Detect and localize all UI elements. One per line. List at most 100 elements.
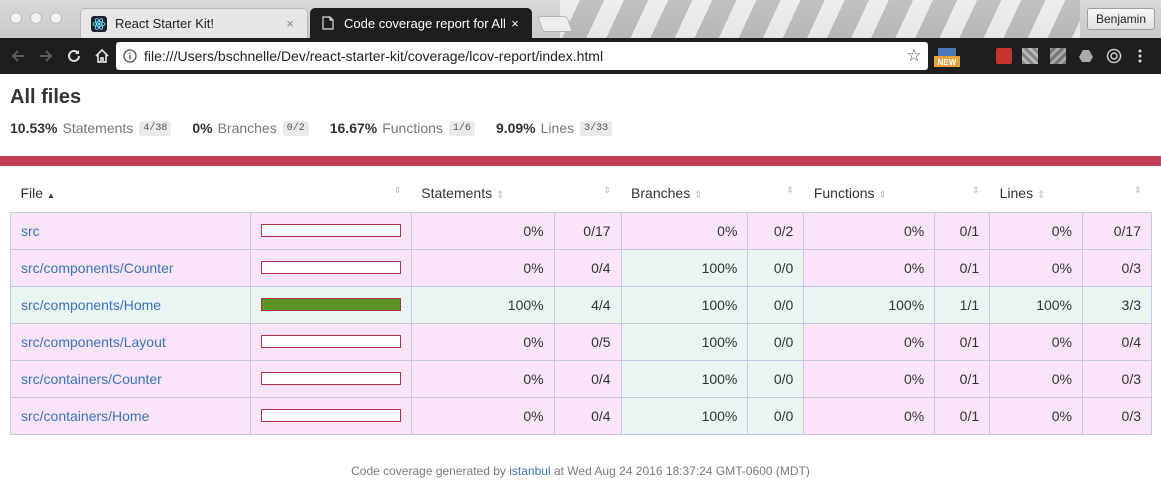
lines-pct: 0% bbox=[989, 396, 1083, 435]
sort-icon: ⇕ bbox=[393, 185, 402, 195]
sort-icon: ⇕ bbox=[694, 190, 703, 202]
summary-pct: 0% bbox=[192, 120, 213, 136]
branches-pct: 100% bbox=[620, 322, 749, 361]
istanbul-link[interactable]: istanbul bbox=[509, 464, 550, 478]
address-bar[interactable]: file:///Users/bschnelle/Dev/react-starte… bbox=[116, 42, 928, 70]
close-tab-icon[interactable]: × bbox=[283, 16, 297, 31]
minimize-window-button[interactable] bbox=[30, 12, 42, 24]
coverage-bar-cell bbox=[249, 322, 412, 361]
column-header-lines-fraction[interactable]: ⇕ bbox=[1083, 175, 1152, 212]
coverage-bar bbox=[260, 372, 401, 385]
file-link[interactable]: src bbox=[21, 223, 40, 239]
column-header-branches[interactable]: Branches ⇕ bbox=[621, 175, 748, 212]
branches-fraction: 0/0 bbox=[747, 285, 805, 324]
new-badge-label: NEW bbox=[938, 58, 957, 67]
file-link[interactable]: src/components/Counter bbox=[21, 260, 174, 276]
forward-arrow-icon[interactable] bbox=[34, 44, 58, 68]
column-header-functions[interactable]: Functions ⇕ bbox=[804, 175, 935, 212]
bookmark-star-icon[interactable]: ☆ bbox=[900, 46, 928, 66]
tab-title: Code coverage report for All files bbox=[344, 15, 508, 31]
extension-grid-icon[interactable] bbox=[1022, 48, 1038, 64]
statements-pct: 100% bbox=[410, 285, 555, 324]
footer: Code coverage generated by istanbul at W… bbox=[0, 464, 1161, 478]
lines-fraction: 3/3 bbox=[1082, 285, 1152, 324]
info-icon[interactable] bbox=[116, 49, 144, 63]
functions-fraction: 0/1 bbox=[934, 322, 991, 361]
branches-fraction: 0/0 bbox=[747, 359, 805, 398]
back-arrow-icon[interactable] bbox=[6, 44, 30, 68]
statements-pct: 0% bbox=[410, 359, 555, 398]
google-drive-icon[interactable] bbox=[1078, 48, 1094, 64]
sort-asc-icon: ▲ bbox=[46, 191, 55, 201]
close-tab-icon[interactable]: × bbox=[508, 16, 522, 31]
column-header-statements-fraction[interactable]: ⇕ bbox=[554, 175, 621, 212]
lines-pct: 0% bbox=[989, 359, 1083, 398]
file-link[interactable]: src/containers/Home bbox=[21, 408, 149, 424]
new-tab-button[interactable] bbox=[537, 16, 573, 32]
more-menu-icon[interactable] bbox=[1136, 48, 1144, 64]
file-cell: src/containers/Home bbox=[10, 396, 251, 435]
column-header-coverage-bar[interactable]: ⇕ bbox=[250, 175, 411, 212]
profile-button[interactable]: Benjamin bbox=[1086, 8, 1155, 30]
file-link[interactable]: src/containers/Counter bbox=[21, 371, 162, 387]
functions-fraction: 0/1 bbox=[934, 396, 991, 435]
url-text: file:///Users/bschnelle/Dev/react-starte… bbox=[144, 48, 604, 64]
extension-red-icon[interactable] bbox=[996, 48, 1012, 64]
maximize-window-button[interactable] bbox=[50, 12, 62, 24]
header-label: Functions bbox=[813, 185, 875, 202]
lines-fraction: 0/3 bbox=[1082, 359, 1152, 398]
table-row: src/containers/Home 0% 0/4 100% 0/0 0% 0/1 0% 0/… bbox=[10, 396, 1152, 435]
file-link[interactable]: src/components/Layout bbox=[21, 334, 166, 350]
window-background-pattern bbox=[560, 0, 1080, 38]
column-header-branches-fraction[interactable]: ⇕ bbox=[748, 175, 804, 212]
lines-fraction: 0/17 bbox=[1082, 211, 1152, 250]
file-cell: src/components/Home bbox=[10, 285, 251, 324]
extension-pattern-icon[interactable] bbox=[1050, 48, 1066, 64]
column-header-functions-fraction[interactable]: ⇕ bbox=[935, 175, 990, 212]
functions-pct: 0% bbox=[803, 359, 936, 398]
lines-pct: 0% bbox=[989, 211, 1083, 250]
column-header-file[interactable]: File ▲ bbox=[11, 175, 251, 212]
page-title: All files bbox=[10, 86, 82, 108]
lines-pct: 0% bbox=[989, 322, 1083, 361]
sort-icon: ⇕ bbox=[878, 190, 887, 202]
file-link[interactable]: src/components/Home bbox=[21, 297, 161, 313]
coverage-summary: 10.53% Statements 4/38 0% Branches 0/2 1… bbox=[10, 120, 633, 136]
coverage-table: File ▲ ⇕ Statements ⇕ ⇕ Branches ⇕ ⇕ Fun… bbox=[10, 175, 1152, 435]
coverage-bar bbox=[260, 261, 401, 274]
extension-target-icon[interactable] bbox=[1106, 48, 1122, 64]
tab-react-starter-kit[interactable]: React Starter Kit! × bbox=[80, 8, 308, 38]
summary-name: Lines bbox=[540, 120, 575, 136]
summary-pct: 9.09% bbox=[495, 120, 536, 136]
lines-fraction: 0/3 bbox=[1082, 248, 1152, 287]
statements-pct: 0% bbox=[410, 322, 555, 361]
table-row: src/components/Counter 0% 0/4 100% 0/0 0% 0/1 0… bbox=[10, 248, 1152, 287]
lines-fraction: 0/3 bbox=[1082, 396, 1152, 435]
column-header-lines[interactable]: Lines ⇕ bbox=[990, 175, 1083, 212]
file-cell: src/containers/Counter bbox=[10, 359, 251, 398]
close-window-button[interactable] bbox=[10, 12, 22, 24]
functions-pct: 0% bbox=[803, 322, 936, 361]
sort-icon: ⇕ bbox=[603, 185, 612, 195]
sort-icon: ⇕ bbox=[496, 190, 505, 202]
document-icon bbox=[320, 15, 336, 31]
functions-fraction: 0/1 bbox=[934, 359, 991, 398]
sort-icon: ⇕ bbox=[786, 185, 794, 195]
branches-fraction: 0/0 bbox=[747, 248, 805, 287]
coverage-bar bbox=[260, 224, 401, 237]
branches-fraction: 0/2 bbox=[747, 211, 805, 250]
tab-coverage-report[interactable]: Code coverage report for All files × bbox=[310, 8, 532, 38]
statements-fraction: 0/5 bbox=[553, 322, 622, 361]
functions-fraction: 0/1 bbox=[934, 248, 991, 287]
tab-strip: React Starter Kit! × Code coverage repor… bbox=[0, 0, 1161, 38]
statements-fraction: 0/4 bbox=[553, 396, 622, 435]
branches-pct: 100% bbox=[620, 359, 749, 398]
header-label: Statements bbox=[421, 185, 493, 202]
column-header-statements[interactable]: Statements ⇕ bbox=[411, 175, 554, 212]
table-row: src/components/Layout 0% 0/5 100% 0/0 0% 0/1 0%… bbox=[10, 322, 1152, 361]
header-label: File bbox=[20, 185, 44, 202]
extension-new-badge-icon[interactable]: NEW bbox=[934, 48, 960, 67]
home-icon[interactable] bbox=[90, 44, 114, 68]
functions-pct: 0% bbox=[803, 211, 936, 250]
reload-icon[interactable] bbox=[62, 44, 86, 68]
